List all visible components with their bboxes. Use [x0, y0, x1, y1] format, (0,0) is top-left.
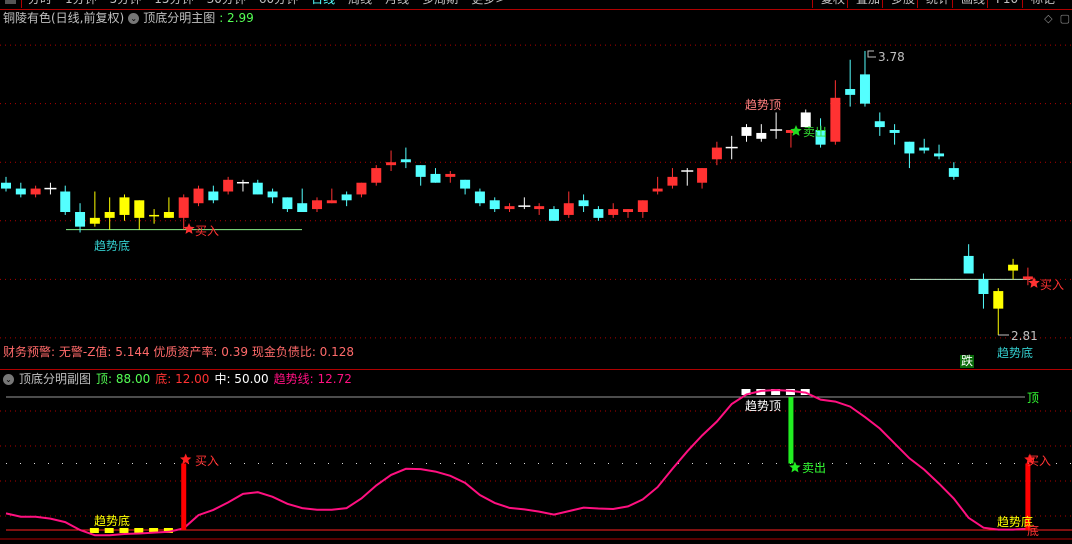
- finance-warning: 财务预警: 无警-Z值: 5.144 优质资产率: 0.39 现金负债比: 0.…: [3, 345, 355, 359]
- candle-body: [874, 121, 885, 128]
- candle-body: [430, 173, 441, 183]
- buy-signal-label-right: 买入: [1040, 278, 1065, 292]
- candle-body: [608, 209, 619, 215]
- candle-body: [534, 206, 545, 210]
- candle-body: [163, 212, 174, 218]
- trend-bottom-label: 趋势底: [94, 239, 131, 253]
- candle-body: [1022, 276, 1033, 280]
- chart-canvas: [0, 44, 1072, 540]
- candle-body: [75, 212, 86, 227]
- candle-body: [282, 197, 293, 210]
- candle-body: [104, 212, 115, 218]
- candle-body: [697, 168, 708, 183]
- candle-body: [178, 197, 189, 218]
- candle-body: [830, 97, 841, 142]
- candle-body: [15, 188, 26, 195]
- candle-body: [445, 173, 456, 177]
- low-price-label: 2.81: [1011, 329, 1038, 343]
- candle-body: [193, 188, 204, 204]
- sell-star-icon: [790, 125, 802, 136]
- candle-body: [1, 182, 11, 189]
- candle-body: [30, 188, 41, 195]
- candle-body: [297, 203, 308, 213]
- sub-buy-star-icon: [180, 453, 192, 465]
- candle-body: [993, 291, 1004, 309]
- candle-body: [741, 127, 752, 136]
- candle-body: [134, 200, 145, 218]
- trend-top-label: 趋势顶: [745, 98, 782, 112]
- candle-body: [978, 279, 989, 294]
- candle-body: [89, 217, 100, 224]
- candle-body: [60, 191, 71, 213]
- sell-bar: [788, 397, 794, 464]
- candle-body: [149, 214, 160, 217]
- sub-trend-top-label: 趋势顶: [745, 399, 782, 413]
- candle-body: [386, 162, 397, 166]
- high-arrow-icon: [867, 50, 876, 58]
- sub-indicator-name[interactable]: 顶底分明副图: [19, 371, 91, 387]
- candle-body: [504, 206, 515, 210]
- candle-body: [845, 89, 856, 95]
- buy-signal-label: 买入: [195, 224, 220, 238]
- top-value: 顶: 88.00: [96, 372, 151, 386]
- mid-value: 中: 50.00: [214, 372, 269, 386]
- candle-body: [578, 200, 589, 207]
- candle-body: [489, 200, 500, 210]
- trend-bottom-label-right: 趋势底: [997, 346, 1034, 360]
- candle-body: [711, 147, 722, 160]
- bottom-zone-mark: [134, 528, 144, 533]
- candle-body: [548, 209, 559, 221]
- candle-body: [756, 132, 767, 139]
- candle-body: [356, 182, 367, 195]
- candle-body: [623, 209, 634, 213]
- trend-value: 趋势线: 12.72: [273, 372, 352, 386]
- candle-body: [312, 200, 323, 210]
- buy-star-icon: [183, 223, 195, 234]
- sell-signal-label: 卖出: [803, 125, 828, 139]
- candle-body: [652, 188, 663, 192]
- sub-trend-bottom-label: 趋势底: [94, 514, 131, 528]
- trend-line: [5, 388, 1028, 537]
- candle-body: [919, 147, 930, 151]
- candle-body: [934, 153, 945, 157]
- candle-body: [223, 179, 234, 192]
- high-price-label: 3.78: [878, 50, 905, 64]
- bottom-line-label: 底: [1027, 524, 1040, 538]
- candle-body: [474, 191, 485, 204]
- candle-body: [252, 182, 263, 195]
- candle-body: [637, 200, 648, 213]
- bottom-value: 底: 12.00: [155, 372, 210, 386]
- candle-body: [889, 130, 900, 133]
- candle-body: [563, 203, 574, 215]
- candle-body: [593, 209, 604, 218]
- sub-chart-header: ⌄ 顶底分明副图 顶: 88.00 底: 12.00 中: 50.00 趋势线:…: [3, 371, 352, 387]
- sub-buy-label: 买入: [195, 454, 220, 468]
- candle-body: [667, 176, 678, 186]
- candle-body: [460, 179, 471, 189]
- buy-bar: [181, 463, 187, 530]
- candle-body: [371, 168, 382, 183]
- candle-body: [415, 165, 426, 177]
- panel-divider[interactable]: [0, 369, 1072, 370]
- candle-body: [859, 74, 870, 104]
- top-line-label: 顶: [1027, 391, 1040, 405]
- candle-body: [267, 191, 278, 198]
- sub-indicator-dropdown-icon[interactable]: ⌄: [3, 373, 14, 385]
- sub-sell-label: 卖出: [802, 461, 827, 475]
- candle-body: [119, 197, 130, 215]
- candle-body: [326, 200, 337, 204]
- fall-badge: 跌: [960, 354, 975, 368]
- candle-body: [1008, 264, 1019, 271]
- candle-body: [963, 255, 974, 274]
- candle-body: [948, 168, 959, 177]
- candle-body: [208, 191, 219, 201]
- sub-buy-label-right: 买入: [1027, 454, 1052, 468]
- candle-body: [400, 159, 411, 163]
- candle-body: [341, 194, 352, 201]
- candle-body: [904, 141, 915, 154]
